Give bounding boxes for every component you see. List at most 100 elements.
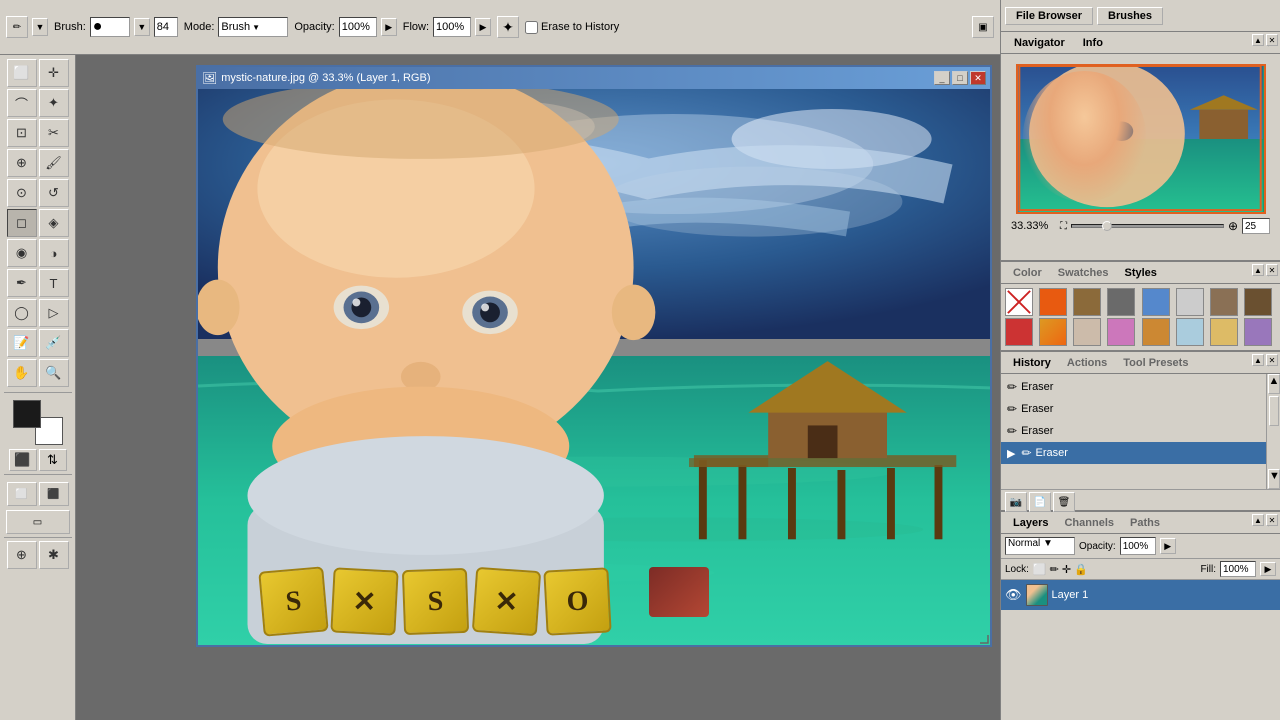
text-tool[interactable]: T [39, 269, 69, 297]
tool-dropdown-arrow[interactable]: ▼ [32, 18, 48, 36]
maximize-btn[interactable]: □ [952, 71, 968, 85]
default-colors-btn[interactable]: ⬛ [9, 449, 37, 471]
quick-mask-btn[interactable]: ⬛ [39, 482, 69, 506]
brushes-tab[interactable]: Brushes [1097, 7, 1163, 25]
brush-tool[interactable]: 🖌 [39, 149, 69, 177]
magic-wand-tool[interactable]: ✦ [39, 89, 69, 117]
layers-tab[interactable]: Layers [1005, 515, 1056, 531]
history-section-close[interactable]: ✕ [1266, 354, 1278, 366]
delete-history-btn[interactable]: 🗑 [1053, 492, 1075, 512]
history-scrollbar[interactable]: ▲ ▼ [1266, 374, 1280, 489]
layers-section-collapse[interactable]: ▲ [1252, 514, 1264, 526]
layer-opacity-input[interactable]: 100% [1120, 537, 1156, 555]
style-swatch-pink[interactable] [1107, 318, 1135, 346]
navigator-tab[interactable]: Navigator [1005, 34, 1074, 51]
lasso-tool[interactable]: ⌒ [7, 89, 37, 117]
history-item-2[interactable]: ✏ Eraser [1001, 398, 1280, 420]
airbrush-btn[interactable]: ✦ [497, 16, 519, 38]
new-document-btn[interactable]: 📄 [1029, 492, 1051, 512]
zoom-slider[interactable] [1071, 224, 1224, 228]
flow-input[interactable]: 100% [433, 17, 471, 37]
style-swatch-brown[interactable] [1073, 288, 1101, 316]
zoom-input[interactable]: 25 [1242, 218, 1270, 234]
eraser-tool[interactable]: ◻ [7, 209, 37, 237]
brush-dropdown-arrow[interactable]: ▼ [134, 18, 150, 36]
foreground-color[interactable] [13, 400, 41, 428]
zoom-out-btn[interactable]: ⛶ [1060, 221, 1067, 232]
opacity-arrow[interactable]: ▶ [381, 18, 397, 36]
opacity-increment-btn[interactable]: ▶ [1160, 538, 1176, 554]
minimize-btn[interactable]: _ [934, 71, 950, 85]
pen-tool[interactable]: ✒ [7, 269, 37, 297]
actions-tab[interactable]: Actions [1059, 355, 1115, 371]
color-tab[interactable]: Color [1005, 265, 1050, 281]
dodge-tool[interactable]: ◑ [39, 239, 69, 267]
style-swatch-light-gray[interactable] [1176, 288, 1204, 316]
history-tab[interactable]: History [1005, 355, 1059, 371]
mode-select[interactable]: Brush ▼ [218, 17, 288, 37]
standard-mode-btn[interactable]: ⬜ [7, 482, 37, 506]
screen-mode-btn[interactable]: ▭ [6, 510, 70, 534]
history-item-4[interactable]: ▶ ✏ Eraser [1001, 442, 1280, 464]
main-document-window[interactable]: 🖼 mystic-nature.jpg @ 33.3% (Layer 1, RG… [196, 65, 992, 647]
notes-tool[interactable]: 📝 [7, 329, 37, 357]
go-online-btn[interactable]: ⊕ [7, 541, 37, 569]
history-scroll-thumb[interactable] [1269, 396, 1279, 426]
color-section-close[interactable]: ✕ [1266, 264, 1278, 276]
options-btn[interactable]: ▣ [972, 16, 994, 38]
slice-tool[interactable]: ✂ [39, 119, 69, 147]
layer-item-layer1[interactable]: 👁 Layer 1 [1001, 580, 1280, 610]
file-browser-tab[interactable]: File Browser [1005, 7, 1093, 25]
lock-transparent-btn[interactable]: ⬜ [1033, 563, 1047, 576]
shape-tool[interactable]: ◯ [7, 299, 37, 327]
eyedropper-tool[interactable]: 💉 [39, 329, 69, 357]
style-swatch-red[interactable] [1005, 318, 1033, 346]
zoom-in-btn[interactable]: ⊕ [1228, 219, 1238, 233]
style-swatch-beige[interactable] [1073, 318, 1101, 346]
info-tab[interactable]: Info [1074, 34, 1112, 52]
brush-preview[interactable]: ● [90, 17, 130, 37]
style-swatch-gray[interactable] [1107, 288, 1135, 316]
heal-tool[interactable]: ⊕ [7, 149, 37, 177]
style-swatch-gradient-orange[interactable] [1039, 318, 1067, 346]
fill-input[interactable]: 100% [1220, 561, 1256, 577]
style-swatch-light-blue[interactable] [1176, 318, 1204, 346]
style-swatch-orange[interactable] [1039, 288, 1067, 316]
fill-tool[interactable]: ◈ [39, 209, 69, 237]
lock-paint-btn[interactable]: ✏ [1050, 563, 1059, 576]
nav-section-collapse[interactable]: ▲ [1252, 34, 1264, 46]
blend-mode-select[interactable]: Normal ▼ [1005, 537, 1075, 555]
style-swatch-blue[interactable] [1142, 288, 1170, 316]
history-item-1[interactable]: ✏ Eraser [1001, 376, 1280, 398]
resize-handle[interactable] [978, 633, 990, 645]
move-tool[interactable]: ✛ [39, 59, 69, 87]
layers-section-close[interactable]: ✕ [1266, 514, 1278, 526]
blur-tool[interactable]: ◉ [7, 239, 37, 267]
flow-arrow[interactable]: ▶ [475, 18, 491, 36]
extra-btn[interactable]: ✱ [39, 541, 69, 569]
crop-tool[interactable]: ⊡ [7, 119, 37, 147]
style-swatch-yellow[interactable] [1210, 318, 1238, 346]
style-swatch-none[interactable] [1005, 288, 1033, 316]
path-tool[interactable]: ▷ [39, 299, 69, 327]
history-scroll-down[interactable]: ▼ [1268, 469, 1280, 489]
style-swatch-purple[interactable] [1244, 318, 1272, 346]
nav-section-close[interactable]: ✕ [1266, 34, 1278, 46]
color-section-collapse[interactable]: ▲ [1252, 264, 1264, 276]
swatches-tab[interactable]: Swatches [1050, 265, 1117, 281]
history-item-3[interactable]: ✏ Eraser [1001, 420, 1280, 442]
opacity-input[interactable]: 100% [339, 17, 377, 37]
tool-presets-tab[interactable]: Tool Presets [1115, 355, 1196, 371]
paths-tab[interactable]: Paths [1122, 515, 1168, 531]
hand-tool[interactable]: ✋ [7, 359, 37, 387]
erase-history-checkbox[interactable] [525, 21, 538, 34]
marquee-tool[interactable]: ⬜ [7, 59, 37, 87]
layer-visibility-eye[interactable]: 👁 [1005, 587, 1022, 603]
style-swatch-dark-brown[interactable] [1244, 288, 1272, 316]
history-scroll-up[interactable]: ▲ [1268, 374, 1280, 394]
close-btn[interactable]: ✕ [970, 71, 986, 85]
fill-increment-btn[interactable]: ▶ [1260, 562, 1276, 576]
clone-tool[interactable]: ⊙ [7, 179, 37, 207]
zoom-tool[interactable]: 🔍 [39, 359, 69, 387]
history-brush-tool[interactable]: ↺ [39, 179, 69, 207]
